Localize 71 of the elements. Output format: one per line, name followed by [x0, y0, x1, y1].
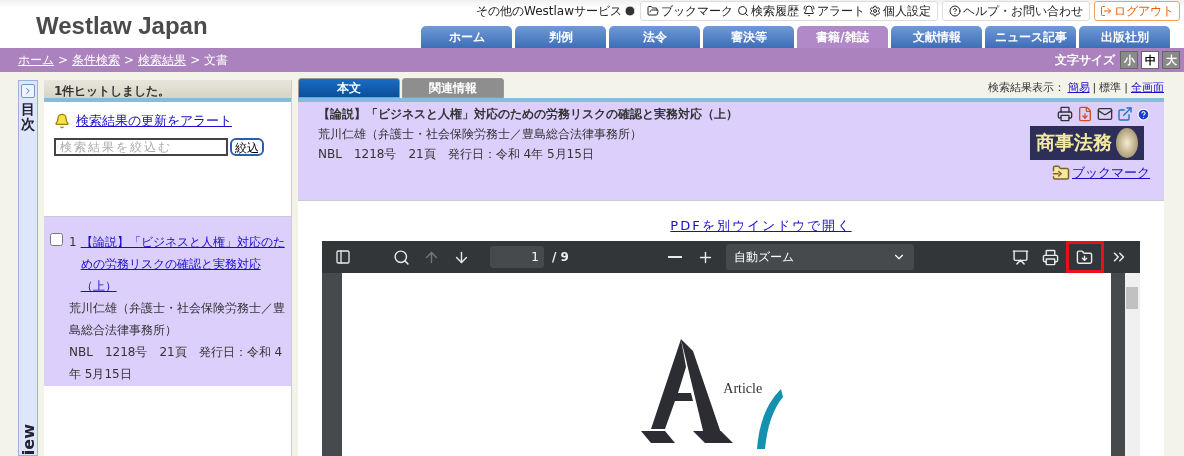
nav-tab[interactable]: 法令	[609, 26, 700, 48]
folder-download-icon	[1076, 248, 1094, 266]
toc-label: 目次	[21, 102, 35, 133]
page-number-field[interactable]: 1	[490, 246, 544, 268]
result-title-link[interactable]: 【論説】「ビジネスと人権」対応のための労務リスクの確認と実務対応（上）	[80, 231, 285, 297]
document-tab[interactable]: 本文	[298, 78, 400, 98]
document-title: 【論説】「ビジネスと人権」対応のための労務リスクの確認と実務対応（上）	[318, 106, 738, 123]
breadcrumb-separator: >	[124, 53, 135, 67]
chevron-right-icon	[23, 86, 33, 96]
printer-icon	[1042, 248, 1060, 266]
panel-left-icon	[335, 249, 351, 265]
help-icon	[949, 5, 961, 17]
publisher-logo: 商事法務	[1030, 126, 1144, 160]
search-icon	[392, 248, 410, 266]
breadcrumb-separator: >	[58, 53, 69, 67]
scrollbar[interactable]	[1124, 273, 1140, 456]
alert-link[interactable]: 検索結果の更新をアラート	[76, 112, 232, 130]
logout-link[interactable]: ログアウト	[1094, 1, 1180, 21]
medallion-icon	[1116, 128, 1138, 158]
result-number: 1	[69, 234, 77, 251]
result-author: 荒川仁雄（弁護士・社会保険労務士／豊島総合法律事務所）	[69, 300, 285, 339]
document-source: NBL 1218号 21頁 発行日：令和 4年 5月15日	[318, 146, 595, 163]
utility-link[interactable]: その他のWestlawサービス	[476, 2, 636, 20]
hit-count-header: 1件ヒットしました。	[44, 80, 291, 102]
utility-link[interactable]: アラート	[803, 2, 865, 20]
document-author: 荒川仁雄（弁護士・社会保険労務士／豊島総合法律事務所）	[318, 126, 643, 143]
font-size-option[interactable]: 中	[1141, 51, 1159, 69]
view-mode-label: 検索結果表示：	[987, 80, 1065, 95]
nav-tab[interactable]: ホーム	[421, 26, 512, 48]
bell-icon	[803, 5, 815, 17]
filter-button[interactable]: 絞込	[230, 138, 264, 156]
utility-link[interactable]: 検索履歴	[737, 2, 799, 20]
utility-link[interactable]: ヘルプ・お問い合わせ	[949, 2, 1083, 20]
nav-tab[interactable]: 判例	[515, 26, 606, 48]
page-total: / 9	[552, 250, 569, 264]
view-mode-link[interactable]: 全画面	[1131, 80, 1164, 95]
help-icon[interactable]	[1137, 107, 1150, 121]
expand-button[interactable]	[21, 84, 35, 98]
filter-field[interactable]: 検索結果を絞込む	[54, 138, 228, 156]
view-mode-current: 標準	[1099, 80, 1122, 95]
printer-icon[interactable]	[1057, 106, 1073, 122]
view-label: iew	[18, 423, 38, 455]
nav-tab[interactable]: 出版社別	[1079, 26, 1170, 48]
view-mode-separator: |	[1092, 81, 1097, 94]
view-mode-link[interactable]: 簡易	[1067, 80, 1090, 95]
breadcrumb-current: 文書	[204, 51, 229, 69]
bell-icon	[54, 113, 70, 129]
view-mode-separator: |	[1124, 81, 1128, 94]
nav-tab[interactable]: ニュース記事	[985, 26, 1076, 48]
search-icon	[737, 5, 749, 17]
utility-link[interactable]: 個人設定	[869, 2, 931, 20]
nav-tab[interactable]: 文献情報	[891, 26, 982, 48]
folder-icon	[1052, 164, 1070, 182]
utility-link[interactable]: ブックマーク	[647, 2, 733, 20]
font-size-label: 文字サイズ	[1055, 51, 1115, 69]
breadcrumb-separator: >	[190, 53, 201, 67]
gear-icon	[869, 5, 881, 17]
logout-icon	[1100, 5, 1112, 17]
mail-icon[interactable]	[1097, 106, 1113, 122]
zoom-select[interactable]: 自動ズーム	[726, 244, 915, 270]
minus-icon	[668, 256, 683, 258]
pdf-link[interactable]: PDFを別ウインドウで開く	[670, 217, 852, 235]
result-source: NBL 1218号 21頁 発行日：令和 4年 5月15日	[69, 344, 284, 383]
bookmark-link[interactable]: ブックマーク	[1072, 164, 1150, 182]
article-word: Article	[723, 381, 763, 397]
presentation-icon	[1012, 248, 1030, 266]
folder-icon	[647, 5, 659, 17]
nav-tab[interactable]: 審決等	[703, 26, 794, 48]
result-checkbox[interactable]	[50, 233, 63, 246]
download-button[interactable]	[1066, 241, 1104, 273]
site-logo: Westlaw Japan	[35, 11, 208, 41]
